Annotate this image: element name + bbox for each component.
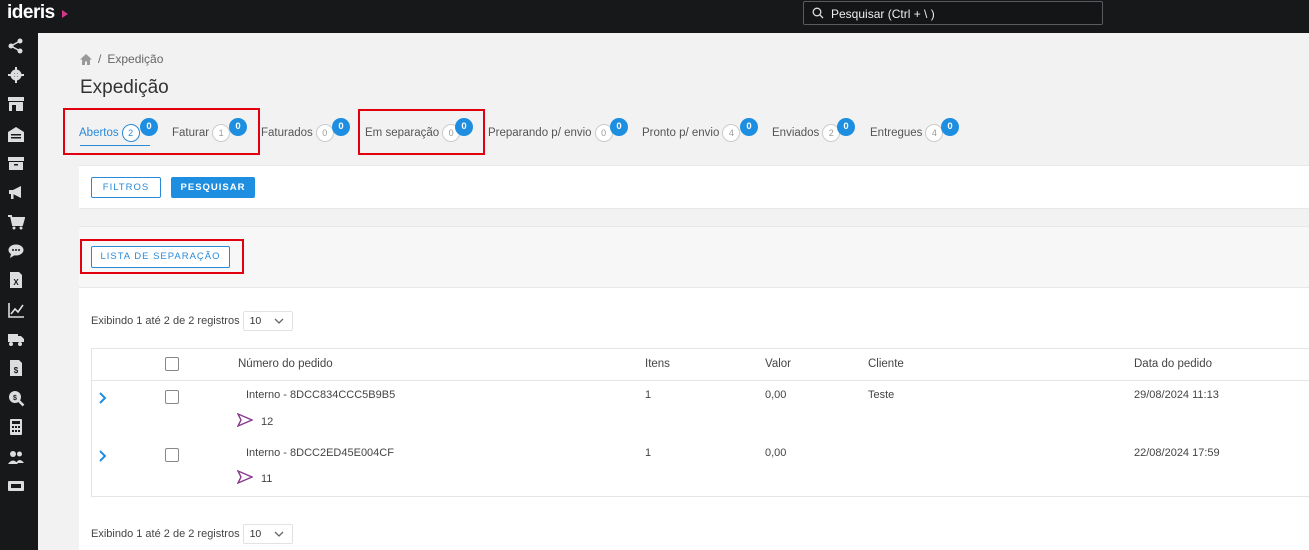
chat-icon[interactable] bbox=[7, 242, 25, 260]
search-icon bbox=[812, 7, 824, 19]
row-checkbox[interactable] bbox=[165, 448, 179, 462]
users-icon[interactable] bbox=[7, 448, 25, 466]
logo-triangle-icon bbox=[62, 10, 68, 18]
tab-enviados[interactable]: Enviados 2 bbox=[772, 124, 841, 142]
page-size-value: 10 bbox=[249, 528, 262, 540]
calculator-icon[interactable] bbox=[7, 418, 25, 436]
tab-notification-badge: 0 bbox=[332, 118, 350, 136]
pesquisar-button[interactable]: PESQUISAR bbox=[171, 177, 255, 198]
records-info-text: Exibindo 1 até 2 de 2 registros bbox=[91, 315, 240, 327]
page-size-value: 10 bbox=[249, 315, 262, 327]
tab-label: Faturados bbox=[261, 127, 313, 139]
svg-text:$: $ bbox=[14, 366, 19, 375]
tab-notification-badge: 0 bbox=[610, 118, 628, 136]
marketplace-number: 12 bbox=[261, 416, 274, 428]
top-bar: ideris Pesquisar (Ctrl + \ ) bbox=[0, 0, 1309, 33]
column-header-valor[interactable]: Valor bbox=[765, 358, 791, 370]
tab-label: Pronto p/ envio bbox=[642, 127, 720, 139]
warehouse-icon[interactable] bbox=[7, 125, 25, 143]
records-info-top: Exibindo 1 até 2 de 2 registros 10 bbox=[91, 311, 293, 331]
order-value: 0,00 bbox=[765, 389, 787, 401]
tab-preparando-envio[interactable]: Preparando p/ envio 0 bbox=[488, 124, 613, 142]
order-number[interactable]: Interno - 8DCC834CCC5B9B5 bbox=[246, 389, 395, 401]
tab-notification-badge: 0 bbox=[740, 118, 758, 136]
marketplace-number: 11 bbox=[261, 473, 273, 485]
row-checkbox[interactable] bbox=[165, 390, 179, 404]
ticket-icon[interactable] bbox=[7, 477, 25, 495]
highlight-box bbox=[358, 109, 485, 155]
page-size-select[interactable]: 10 bbox=[242, 311, 293, 331]
breadcrumb-separator: / bbox=[98, 52, 102, 66]
tab-label: Entregues bbox=[870, 127, 923, 139]
sidebar: X $ $ bbox=[0, 33, 38, 550]
column-header-data[interactable]: Data do pedido bbox=[1134, 358, 1212, 370]
search-money-icon[interactable]: $ bbox=[7, 389, 25, 407]
records-info-text: Exibindo 1 até 2 de 2 registros bbox=[91, 528, 240, 540]
tab-notification-badge: 0 bbox=[941, 118, 959, 136]
search-placeholder: Pesquisar (Ctrl + \ ) bbox=[831, 7, 935, 21]
order-date: 29/08/2024 11:13 bbox=[1134, 389, 1219, 401]
chevron-down-icon bbox=[274, 318, 284, 324]
order-client: Teste bbox=[868, 389, 895, 401]
header-divider bbox=[92, 380, 1309, 381]
records-info-bottom: Exibindo 1 até 2 de 2 registros 10 bbox=[91, 524, 293, 544]
page-title: Expedição bbox=[80, 77, 169, 98]
column-header-itens[interactable]: Itens bbox=[645, 358, 670, 370]
global-search-input[interactable]: Pesquisar (Ctrl + \ ) bbox=[803, 1, 1103, 25]
svg-text:X: X bbox=[13, 278, 19, 287]
chevron-right-icon[interactable] bbox=[98, 449, 108, 463]
filtros-button[interactable]: FILTROS bbox=[91, 177, 161, 198]
orders-table: Número do pedido Itens Valor Cliente Dat… bbox=[91, 348, 1309, 497]
select-all-checkbox[interactable] bbox=[165, 357, 179, 371]
send-icon bbox=[237, 413, 253, 427]
column-header-cliente[interactable]: Cliente bbox=[868, 358, 904, 370]
send-icon bbox=[237, 470, 253, 484]
main-content: / Expedição Expedição Abertos 2 0 Faturar… bbox=[38, 33, 1309, 550]
filters-panel: FILTROS PESQUISAR bbox=[79, 165, 1309, 209]
svg-text:$: $ bbox=[13, 395, 17, 402]
chevron-right-icon[interactable] bbox=[98, 391, 108, 405]
share-icon[interactable] bbox=[7, 37, 25, 55]
order-items: 1 bbox=[645, 389, 652, 401]
megaphone-icon[interactable] bbox=[7, 183, 25, 201]
column-header-pedido[interactable]: Número do pedido bbox=[238, 358, 333, 370]
order-value: 0,00 bbox=[765, 447, 787, 459]
chart-icon[interactable] bbox=[7, 301, 25, 319]
order-date: 22/08/2024 17:59 bbox=[1134, 447, 1220, 459]
breadcrumb: / Expedição bbox=[80, 52, 163, 66]
gear-icon[interactable] bbox=[7, 66, 25, 84]
chevron-down-icon bbox=[274, 531, 284, 537]
tab-faturados[interactable]: Faturados 0 bbox=[261, 124, 334, 142]
breadcrumb-current: Expedição bbox=[107, 52, 164, 66]
excel-icon[interactable]: X bbox=[7, 271, 25, 289]
page-size-select[interactable]: 10 bbox=[242, 524, 293, 544]
tab-label: Preparando p/ envio bbox=[488, 127, 592, 139]
tab-notification-badge: 0 bbox=[837, 118, 855, 136]
highlight-box bbox=[80, 239, 244, 274]
truck-icon[interactable] bbox=[7, 330, 25, 348]
cart-icon[interactable] bbox=[7, 213, 25, 231]
tab-label: Enviados bbox=[772, 127, 820, 139]
actions-panel: LISTA DE SEPARAÇÃO bbox=[79, 226, 1309, 288]
tab-pronto-envio[interactable]: Pronto p/ envio 4 bbox=[642, 124, 741, 142]
tab-count: 4 bbox=[722, 124, 741, 142]
invoice-icon[interactable]: $ bbox=[7, 359, 25, 377]
home-icon[interactable] bbox=[80, 53, 92, 65]
archive-icon[interactable] bbox=[7, 154, 25, 172]
highlight-box bbox=[63, 108, 260, 155]
store-icon[interactable] bbox=[7, 95, 25, 113]
order-number[interactable]: Interno - 8DCC2ED45E004CF bbox=[246, 447, 394, 459]
tab-entregues[interactable]: Entregues 4 bbox=[870, 124, 944, 142]
app-logo[interactable]: ideris bbox=[7, 2, 55, 24]
order-items: 1 bbox=[645, 447, 652, 459]
